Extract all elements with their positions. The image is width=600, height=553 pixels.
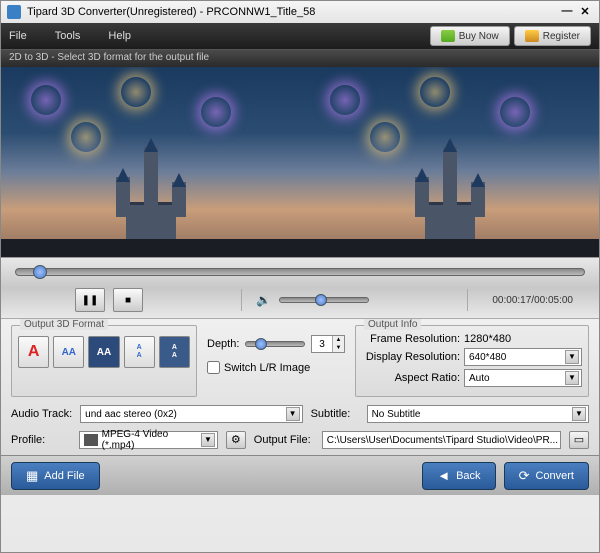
depth-label: Depth:	[207, 338, 239, 350]
depth-slider[interactable]	[245, 341, 305, 347]
time-display: 00:00:17/00:05:00	[482, 293, 583, 308]
chevron-down-icon[interactable]: ▼	[201, 433, 215, 447]
output-file-field[interactable]: C:\Users\User\Documents\Tipard Studio\Vi…	[322, 431, 561, 449]
depth-thumb[interactable]	[255, 338, 267, 350]
back-arrow-icon: ◄	[437, 468, 450, 483]
key-icon	[525, 30, 539, 42]
convert-icon: ⟳	[519, 468, 530, 484]
aspect-ratio-combo[interactable]: Auto ▼	[464, 369, 582, 387]
output-info-group: Output Info Frame Resolution: 1280*480 D…	[355, 325, 589, 397]
register-button[interactable]: Register	[514, 26, 591, 46]
switch-lr-label: Switch L/R Image	[224, 362, 310, 374]
chevron-down-icon[interactable]: ▼	[565, 371, 579, 385]
profile-combo[interactable]: MPEG-4 Video (*.mp4) ▼	[79, 431, 218, 449]
chevron-down-icon[interactable]: ▼	[565, 350, 579, 364]
pause-button[interactable]: ❚❚	[75, 288, 105, 312]
output-file-label: Output File:	[254, 434, 314, 446]
menu-tools[interactable]: Tools	[55, 30, 81, 42]
frame-res-value: 1280*480	[464, 333, 582, 345]
format-tb-full-button[interactable]: AA	[159, 336, 190, 368]
audio-track-label: Audio Track:	[11, 408, 72, 420]
audio-track-combo[interactable]: und aac stereo (0x2) ▼	[80, 405, 302, 423]
aspect-ratio-label: Aspect Ratio:	[362, 372, 464, 384]
depth-spinner[interactable]: ▲▼	[311, 335, 345, 353]
menu-bar: File Tools Help Buy Now Register	[1, 23, 599, 49]
buy-now-button[interactable]: Buy Now	[430, 26, 510, 46]
frame-res-label: Frame Resolution:	[362, 333, 464, 345]
output-3d-format-group: Output 3D Format A AA AA AA AA	[11, 325, 197, 397]
chevron-down-icon[interactable]: ▼	[286, 407, 300, 421]
format-sbs-full-button[interactable]: AA	[88, 336, 119, 368]
footer-bar: ▦ Add File ◄ Back ⟳ Convert	[1, 455, 599, 495]
add-file-icon: ▦	[26, 468, 38, 484]
menu-file[interactable]: File	[9, 30, 27, 42]
gear-icon: ⚙	[231, 434, 241, 446]
back-button[interactable]: ◄ Back	[422, 462, 495, 490]
video-preview	[1, 67, 599, 257]
seek-slider[interactable]	[15, 268, 585, 276]
title-bar: Tipard 3D Converter(Unregistered) - PRCO…	[1, 1, 599, 23]
display-res-combo[interactable]: 640*480 ▼	[464, 348, 582, 366]
browse-output-button[interactable]: ▭	[569, 431, 589, 449]
minimize-button[interactable]: —	[559, 5, 575, 19]
switch-lr-checkbox[interactable]	[207, 361, 220, 374]
subtitle-combo[interactable]: No Subtitle ▼	[367, 405, 589, 423]
info-group-title: Output Info	[364, 319, 421, 330]
chevron-down-icon[interactable]: ▼	[572, 407, 586, 421]
volume-slider[interactable]	[279, 297, 369, 303]
depth-input[interactable]	[312, 336, 332, 352]
format-group-title: Output 3D Format	[20, 319, 108, 330]
subtitle-label: Subtitle:	[311, 408, 359, 420]
depth-down[interactable]: ▼	[333, 344, 344, 352]
format-sbs-half-button[interactable]: AA	[53, 336, 84, 368]
add-file-button[interactable]: ▦ Add File	[11, 462, 100, 490]
video-format-icon	[84, 434, 98, 446]
app-icon	[7, 5, 21, 19]
playback-controls: ❚❚ ■ 🔉 00:00:17/00:05:00	[1, 257, 599, 318]
cart-icon	[441, 30, 455, 42]
close-button[interactable]: ✕	[577, 5, 593, 19]
depth-column: Depth: ▲▼ Switch L/R Image	[207, 325, 345, 397]
folder-icon: ▭	[574, 434, 584, 446]
format-tb-half-button[interactable]: AA	[124, 336, 155, 368]
volume-icon: 🔉	[256, 293, 271, 307]
depth-up[interactable]: ▲	[333, 336, 344, 344]
menu-help[interactable]: Help	[108, 30, 131, 42]
convert-button[interactable]: ⟳ Convert	[504, 462, 589, 490]
hint-bar: 2D to 3D - Select 3D format for the outp…	[1, 49, 599, 67]
window-title: Tipard 3D Converter(Unregistered) - PRCO…	[27, 6, 315, 18]
profile-settings-button[interactable]: ⚙	[226, 431, 246, 449]
seek-thumb[interactable]	[33, 265, 47, 279]
volume-thumb[interactable]	[315, 294, 327, 306]
format-anaglyph-button[interactable]: A	[18, 336, 49, 368]
display-res-label: Display Resolution:	[362, 351, 464, 363]
settings-panel: Output 3D Format A AA AA AA AA Depth: ▲▼	[1, 318, 599, 455]
profile-label: Profile:	[11, 434, 71, 446]
stop-button[interactable]: ■	[113, 288, 143, 312]
